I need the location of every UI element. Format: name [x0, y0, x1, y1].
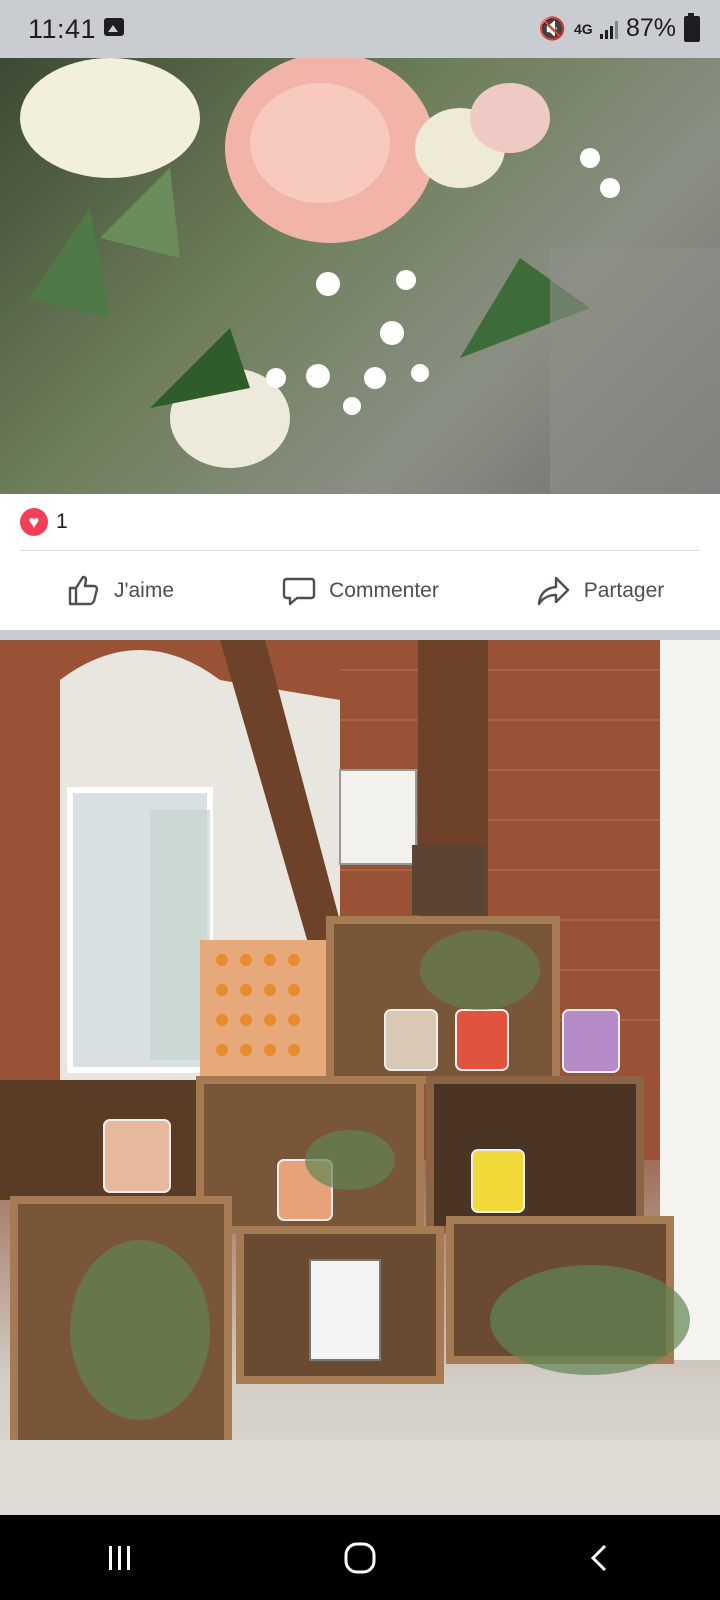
status-bar: 11:41 🔇 4G 87%	[0, 0, 720, 58]
share-label: Partager	[583, 579, 665, 602]
home-button[interactable]	[320, 1528, 400, 1588]
battery-icon	[684, 12, 700, 42]
home-icon	[344, 1542, 376, 1573]
actions-row: J'aime Commenter Partager	[0, 552, 720, 630]
share-button[interactable]: Partager	[480, 552, 720, 630]
status-indicators: 🔇 4G 87%	[538, 12, 700, 43]
like-label: J'aime	[113, 579, 175, 602]
post-photo-candy-bar[interactable]	[0, 640, 720, 1515]
love-icon	[20, 508, 48, 536]
like-button[interactable]: J'aime	[0, 552, 240, 630]
reactions-summary[interactable]: 1	[20, 508, 68, 536]
comment-label: Commenter	[329, 579, 439, 602]
network-type-label: 4G	[573, 20, 593, 37]
battery-percent: 87%	[625, 14, 676, 42]
divider	[20, 550, 700, 551]
recent-apps-button[interactable]	[80, 1528, 160, 1588]
flower-illustration	[20, 58, 720, 494]
feed-separator	[0, 630, 720, 640]
system-nav-bar	[0, 1515, 720, 1600]
back-button[interactable]	[560, 1528, 640, 1588]
comment-button[interactable]: Commenter	[240, 552, 480, 630]
recent-apps-icon	[109, 1545, 130, 1570]
share-icon	[537, 576, 569, 606]
status-time: 11:41	[28, 14, 97, 44]
mute-icon: 🔇	[538, 15, 566, 41]
back-icon	[590, 1544, 607, 1571]
image-notification-icon	[104, 18, 124, 36]
comment-icon	[282, 577, 316, 606]
post-actions-card: 1 J'aime Commenter Partager	[0, 494, 720, 630]
network-type-icon: 4G	[573, 20, 593, 37]
reaction-count: 1	[56, 510, 68, 533]
thumbs-up-icon	[68, 575, 99, 606]
post-photo-flowers[interactable]	[0, 58, 720, 494]
candy-bar-illustration	[0, 640, 720, 1515]
signal-icon	[599, 19, 618, 39]
